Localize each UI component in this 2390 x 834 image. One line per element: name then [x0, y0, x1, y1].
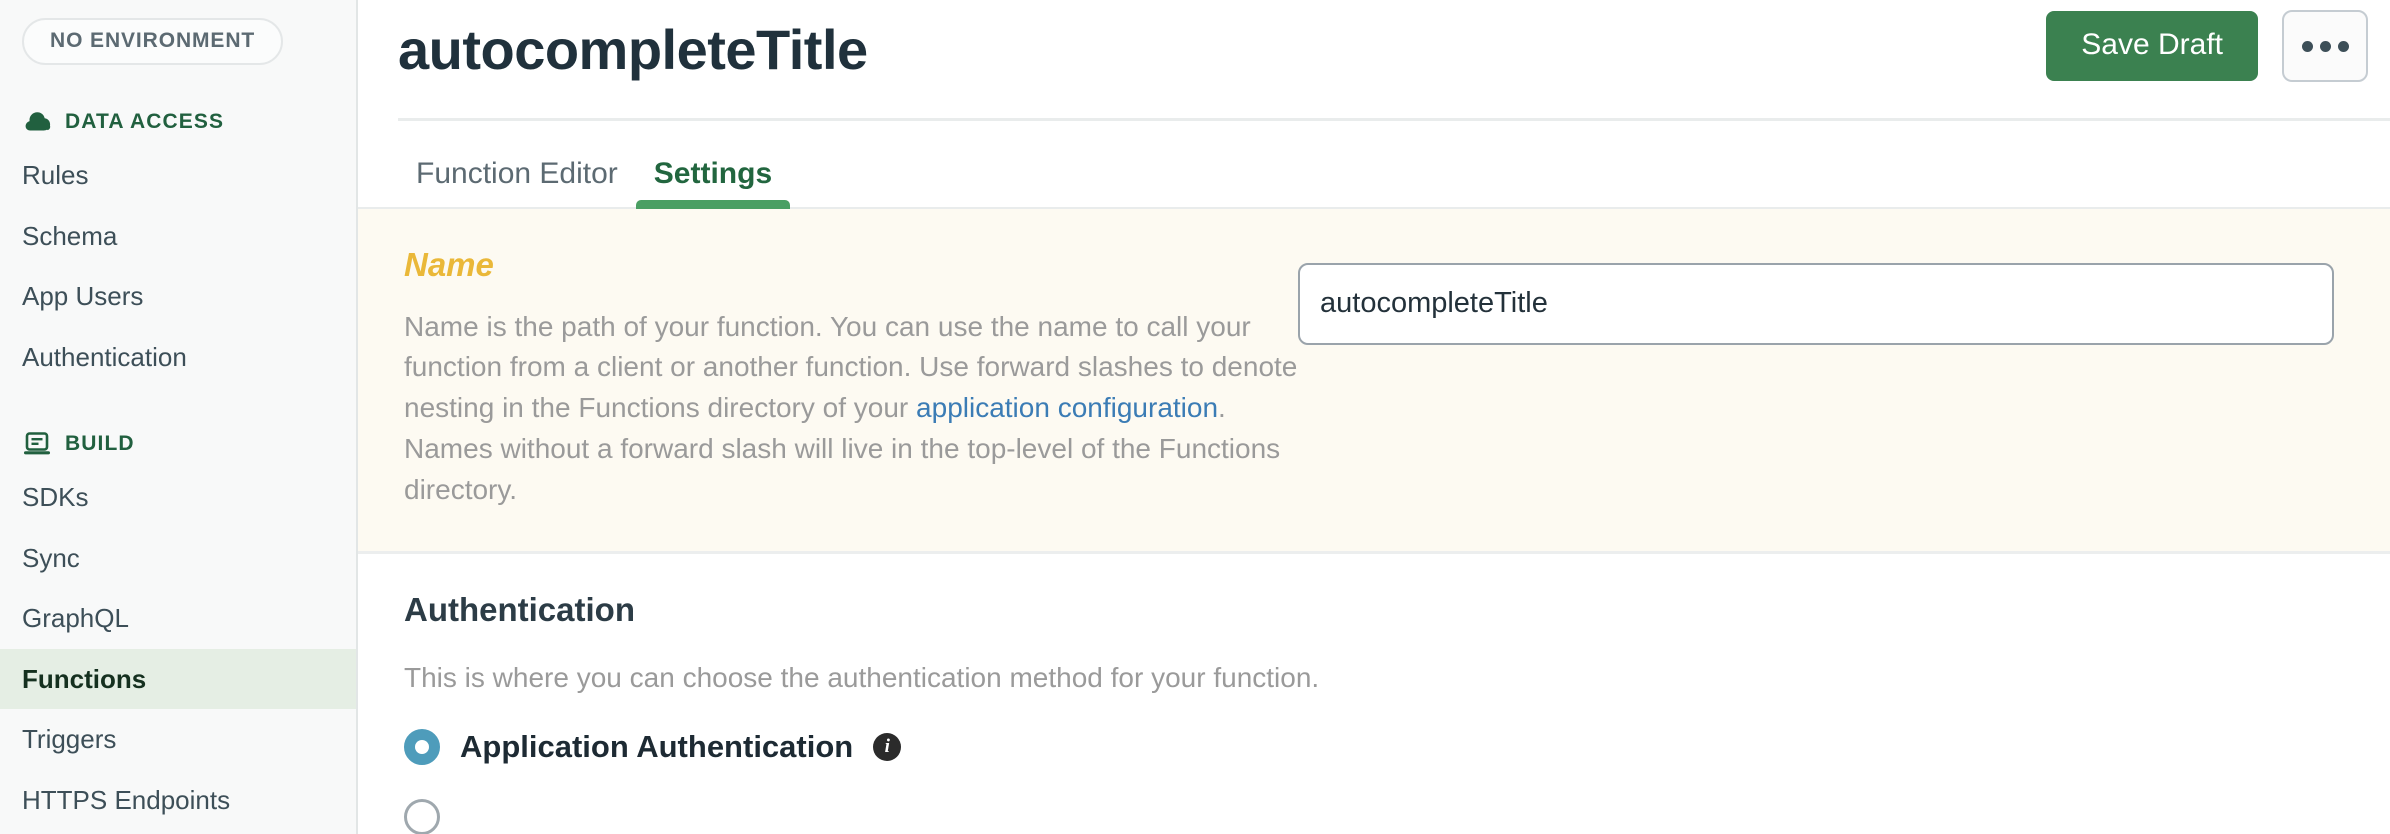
function-name-input[interactable]: [1298, 263, 2334, 345]
sidebar-item-rules[interactable]: Rules: [0, 145, 356, 206]
sidebar-item-authentication[interactable]: Authentication: [0, 327, 356, 388]
nav-group-data-access: DATA ACCESS Rules Schema App Users Authe…: [0, 99, 356, 387]
authentication-section-description: This is where you can choose the authent…: [404, 661, 1320, 693]
tab-function-editor[interactable]: Function Editor: [398, 157, 636, 207]
main-content: autocompleteTitle Save Draft Function Ed…: [358, 0, 2390, 834]
app-root: NO ENVIRONMENT DATA ACCESS Rules Schema …: [0, 0, 2390, 834]
sidebar-item-schema[interactable]: Schema: [0, 206, 356, 267]
name-section-field: [1298, 245, 2390, 345]
authentication-settings-section: Authentication This is where you can cho…: [358, 553, 2390, 834]
name-settings-section: Name Name is the path of your function. …: [358, 209, 2390, 554]
page-title: autocompleteTitle: [398, 18, 868, 81]
sidebar: NO ENVIRONMENT DATA ACCESS Rules Schema …: [0, 0, 358, 834]
radio-button-selected[interactable]: [404, 728, 440, 765]
tab-bar: Function Editor Settings: [358, 121, 2390, 209]
sidebar-item-graphql[interactable]: GraphQL: [0, 588, 356, 649]
save-draft-button[interactable]: Save Draft: [2046, 11, 2258, 81]
application-configuration-link[interactable]: application configuration: [916, 392, 1218, 423]
cloud-icon: [22, 107, 52, 137]
sidebar-item-triggers[interactable]: Triggers: [0, 709, 356, 770]
radio-option-secondary[interactable]: [404, 798, 2390, 834]
radio-label-application-authentication: Application Authentication: [460, 729, 854, 765]
radio-button-unselected[interactable]: [404, 798, 440, 834]
sidebar-item-https-endpoints[interactable]: HTTPS Endpoints: [0, 770, 356, 831]
sidebar-item-app-users[interactable]: App Users: [0, 266, 356, 327]
radio-option-application-authentication[interactable]: Application Authentication i: [404, 728, 2390, 765]
info-icon[interactable]: i: [873, 732, 902, 761]
sidebar-item-sync[interactable]: Sync: [0, 528, 356, 589]
sidebar-item-functions[interactable]: Functions: [0, 648, 356, 709]
nav-group-label-build: BUILD: [65, 432, 135, 455]
nav-group-header-build: BUILD: [0, 421, 356, 467]
nav-group-header-data-access: DATA ACCESS: [0, 99, 356, 145]
nav-group-label-data-access: DATA ACCESS: [65, 110, 225, 133]
header-actions: Save Draft: [2046, 10, 2368, 82]
environment-badge-container: NO ENVIRONMENT: [0, 0, 356, 65]
ellipsis-icon: [2301, 40, 2349, 52]
authentication-section-heading: Authentication: [404, 590, 635, 628]
name-section-description: Name is the path of your function. You c…: [404, 307, 1298, 511]
tab-settings[interactable]: Settings: [635, 157, 791, 209]
name-section-text: Name Name is the path of your function. …: [358, 245, 1298, 511]
name-section-heading: Name: [404, 246, 494, 283]
environment-badge[interactable]: NO ENVIRONMENT: [22, 18, 284, 65]
page-header: autocompleteTitle Save Draft: [358, 0, 2390, 118]
more-options-button[interactable]: [2282, 10, 2368, 82]
nav-group-build: BUILD SDKs Sync GraphQL Functions Trigge…: [0, 421, 356, 830]
laptop-icon: [22, 429, 52, 459]
sidebar-item-sdks[interactable]: SDKs: [0, 467, 356, 528]
